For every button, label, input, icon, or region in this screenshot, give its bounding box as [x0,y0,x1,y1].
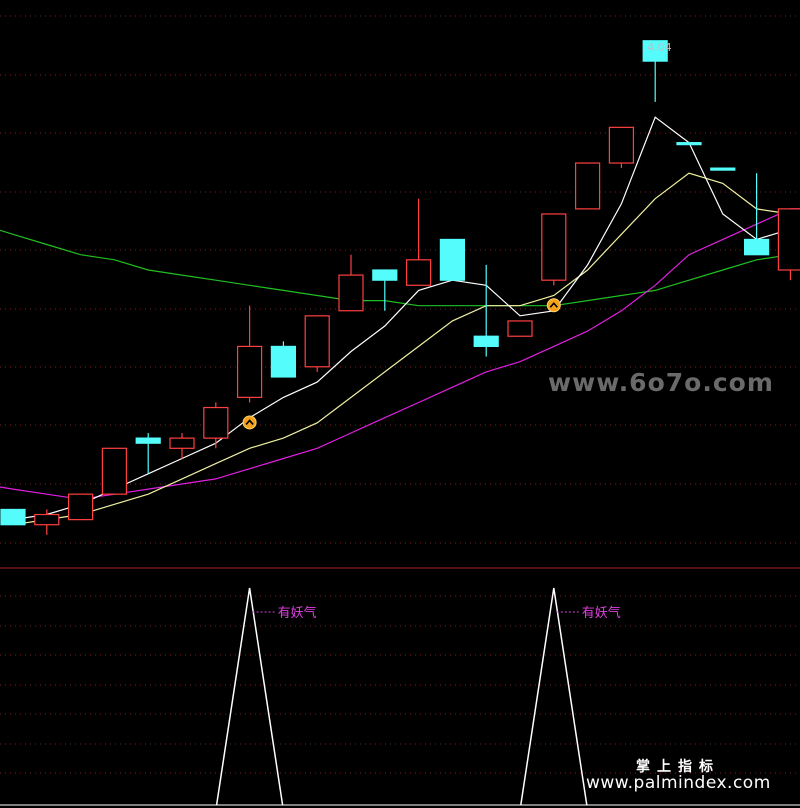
watermark-palmindex: www.palmindex.com [586,773,771,793]
candle-body [507,320,533,337]
candle-body [101,447,128,495]
candle-body [710,167,736,171]
candle-body [541,213,567,281]
signal-spike [215,587,284,806]
candle-body [270,345,296,378]
candle-body [406,259,432,286]
signal-marker-icon [546,298,561,313]
candle-body [439,238,465,281]
signal-spike [520,587,588,806]
candle-body [473,335,499,348]
candle-body [203,406,229,439]
candle-body [67,493,94,521]
candle-body [372,269,398,281]
ma-yellow-line [12,172,800,526]
candle-body [169,437,195,449]
candle-body [34,513,60,526]
candle-body [0,508,26,526]
candle-body [574,162,601,210]
candle-body [338,274,364,312]
ma-white-line [12,116,800,521]
candlesticks [0,40,800,535]
indicator-grid-lines [0,595,800,774]
ma-green-line [0,229,800,307]
annotation-label: 有妖气 [582,605,621,621]
candle-body [304,315,330,368]
candle-body [608,126,635,164]
watermark-6o7o: www.6o7o.com [548,368,774,397]
candle-body [743,238,770,256]
candle-body [135,437,161,444]
candle-body [777,208,800,271]
chart-canvas: 4.04 有妖气 有妖气 [0,15,800,806]
annotation-label: 有妖气 [278,605,317,621]
candle-body [676,142,702,146]
candle-body [237,345,263,398]
signal-marker-icon [242,415,257,430]
max-price-label: 4.04 [647,41,672,54]
